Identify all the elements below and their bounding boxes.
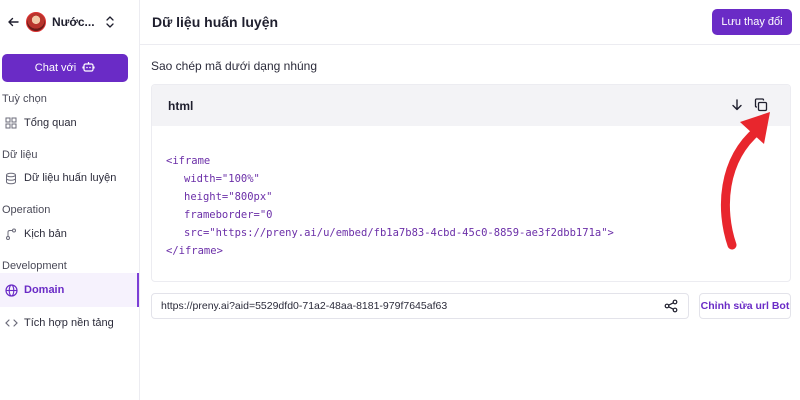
chat-with-bot-button[interactable]: Chat với	[2, 54, 128, 82]
code-content[interactable]: <iframe width="100%" height="800px" fram…	[152, 126, 790, 260]
code-line: src="https://preny.ai/u/embed/fb1a7b83-4…	[184, 227, 614, 239]
globe-icon	[4, 283, 18, 297]
sidebar-item-label: Tích hợp nền tảng	[24, 317, 114, 329]
code-line: <iframe	[166, 155, 211, 167]
chat-button-label: Chat với	[34, 62, 77, 74]
code-language-label: html	[168, 98, 194, 113]
section-title-operation: Operation	[2, 204, 51, 216]
section-title-options: Tuỳ chọn	[2, 93, 47, 105]
sidebar-item-label: Tổng quan	[24, 117, 77, 129]
sidebar: Nước... Chat với Tuỳ chọn Tổng quan Dữ l…	[0, 0, 140, 400]
sidebar-item-label: Dữ liệu huấn luyện	[24, 172, 117, 184]
code-block-header: html	[152, 85, 790, 126]
avatar	[26, 12, 46, 32]
bot-name: Nước...	[52, 15, 95, 29]
bot-url-text: https://preny.ai?aid=5529dfd0-71a2-48aa-…	[161, 300, 448, 312]
annotation-arrow-icon	[720, 112, 770, 250]
code-line: frameborder="0	[184, 209, 273, 221]
code-icon	[4, 316, 18, 330]
sidebar-item-label: Kịch bản	[24, 228, 67, 240]
sidebar-item-overview[interactable]: Tổng quan	[0, 110, 139, 136]
chevron-up-down-icon[interactable]	[105, 15, 115, 29]
sidebar-item-label: Domain	[24, 284, 65, 296]
sidebar-item-scenario[interactable]: Kịch bản	[0, 221, 139, 247]
sidebar-item-platform-integration[interactable]: Tích hợp nền tảng	[0, 310, 139, 336]
section-title-data: Dữ liệu	[2, 149, 38, 161]
code-line: </iframe>	[166, 245, 223, 257]
embed-caption: Sao chép mã dưới dạng nhúng	[151, 59, 318, 73]
grid-icon	[4, 116, 18, 130]
embed-code-block: html <iframe width="100%" height="800px"…	[151, 84, 791, 282]
code-line: height="800px"	[184, 191, 273, 203]
save-button[interactable]: Lưu thay đổi	[712, 9, 792, 35]
arrow-left-icon[interactable]	[6, 15, 20, 29]
bot-url-field[interactable]: https://preny.ai?aid=5529dfd0-71a2-48aa-…	[151, 293, 689, 319]
section-title-development: Development	[2, 260, 67, 272]
sidebar-item-domain[interactable]: Domain	[0, 273, 139, 307]
page-title: Dữ liệu huấn luyện	[152, 14, 279, 30]
share-icon[interactable]	[664, 299, 678, 313]
sidebar-item-training-data[interactable]: Dữ liệu huấn luyện	[0, 165, 139, 191]
edit-bot-url-button[interactable]: Chỉnh sửa url Bot	[699, 293, 791, 319]
branch-icon	[4, 227, 18, 241]
code-line: width="100%"	[184, 173, 260, 185]
bot-icon	[82, 60, 95, 76]
database-icon	[4, 171, 18, 185]
bot-switcher[interactable]: Nước...	[0, 0, 140, 44]
page-header: Dữ liệu huấn luyện Lưu thay đổi	[140, 0, 800, 45]
